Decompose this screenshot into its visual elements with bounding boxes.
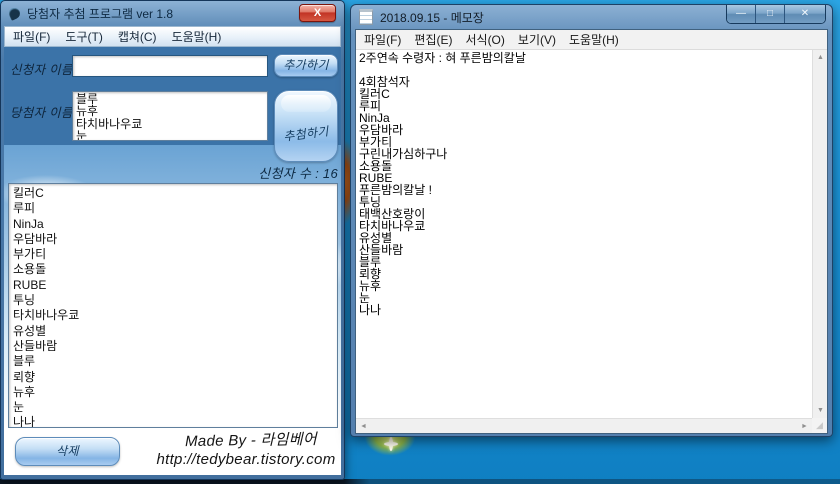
text-line: 눈 bbox=[359, 292, 812, 304]
add-button[interactable]: 추가하기 bbox=[274, 54, 338, 77]
lottery-menubar: 파일(F) 도구(T) 캡쳐(C) 도움말(H) bbox=[4, 26, 341, 47]
notepad-window-title: 2018.09.15 - 메모장 bbox=[380, 9, 484, 26]
applicant-item[interactable]: 눈 bbox=[13, 400, 337, 415]
winner-listbox[interactable]: 블루 뉴후 타치바나우쿄 눈 bbox=[72, 91, 268, 141]
horizontal-scrollbar[interactable]: ◄ ► bbox=[356, 418, 812, 433]
credit-author: Made By - 라임베어 bbox=[160, 427, 341, 451]
text-line: 루피 bbox=[359, 100, 812, 112]
winner-item[interactable]: 블루 bbox=[76, 93, 264, 105]
vertical-scrollbar[interactable]: ▲ ▼ bbox=[812, 50, 827, 418]
maximize-icon[interactable]: □ bbox=[756, 5, 785, 23]
close-icon[interactable]: ✕ bbox=[785, 5, 825, 23]
applicant-item[interactable]: 타치바나우쿄 bbox=[13, 308, 337, 323]
lottery-app-icon bbox=[7, 6, 22, 21]
applicant-item[interactable]: 뉴후 bbox=[13, 385, 337, 400]
menu-file[interactable]: 파일(F) bbox=[364, 31, 401, 48]
draw-button[interactable]: 추첨하기 bbox=[274, 90, 338, 162]
notepad-window: 2018.09.15 - 메모장 — □ ✕ 파일(F) 편집(E) 서식(O)… bbox=[350, 4, 833, 437]
text-line: 유성별 bbox=[359, 232, 812, 244]
menu-help[interactable]: 도움말(H) bbox=[569, 31, 619, 48]
text-line: 나나 bbox=[359, 304, 812, 316]
close-icon[interactable]: X bbox=[299, 4, 336, 22]
menu-capture[interactable]: 캡쳐(C) bbox=[118, 28, 157, 45]
text-line: 뢰향 bbox=[359, 268, 812, 280]
menu-view[interactable]: 보기(V) bbox=[518, 31, 556, 48]
applicant-item[interactable]: 투닝 bbox=[13, 293, 337, 308]
applicant-item[interactable]: RUBE bbox=[13, 278, 337, 293]
text-line: 우담바라 bbox=[359, 124, 812, 136]
text-line: 태백산호랑이 bbox=[359, 208, 812, 220]
applicant-item[interactable]: 산들바람 bbox=[13, 339, 337, 354]
text-line: 산들바람 bbox=[359, 244, 812, 256]
scroll-left-icon[interactable]: ◄ bbox=[356, 419, 371, 434]
lottery-body: 신청자 이름 추가하기 당첨자 이름 블루 뉴후 타치바나우쿄 눈 추첨하기 신… bbox=[4, 47, 341, 475]
menu-file[interactable]: 파일(F) bbox=[13, 28, 50, 45]
text-line: 4회참석자 bbox=[359, 76, 812, 88]
menu-help[interactable]: 도움말(H) bbox=[172, 28, 222, 45]
scroll-right-icon[interactable]: ► bbox=[797, 419, 812, 434]
winner-item[interactable]: 눈 bbox=[76, 130, 264, 141]
winner-item[interactable]: 타치바나우쿄 bbox=[76, 118, 264, 130]
text-line: 블루 bbox=[359, 256, 812, 268]
applicant-name-input[interactable] bbox=[72, 55, 268, 77]
text-line bbox=[359, 64, 812, 76]
scroll-down-icon[interactable]: ▼ bbox=[813, 403, 828, 418]
applicant-item[interactable]: 소용돌 bbox=[13, 262, 337, 277]
applicant-name-label: 신청자 이름 bbox=[10, 59, 73, 78]
lottery-window: 당첨자 추첨 프로그램 ver 1.8 X 파일(F) 도구(T) 캡쳐(C) … bbox=[0, 0, 345, 480]
text-line: 뉴후 bbox=[359, 280, 812, 292]
applicant-listbox[interactable]: 킬러C 루피 NinJa 우담바라 부가티 소용돌 RUBE 투닝 타치바나우쿄… bbox=[8, 183, 338, 428]
text-line: NinJa bbox=[359, 112, 812, 124]
credit-url[interactable]: http://tedybear.tistory.com bbox=[148, 451, 341, 468]
delete-button[interactable]: 삭제 bbox=[15, 437, 120, 466]
applicant-item[interactable]: 블루 bbox=[13, 354, 337, 369]
text-line: 구린내가심하구나 bbox=[359, 148, 812, 160]
lottery-titlebar[interactable]: 당첨자 추첨 프로그램 ver 1.8 X bbox=[4, 1, 341, 26]
menu-format[interactable]: 서식(O) bbox=[465, 31, 504, 48]
winner-item[interactable]: 뉴후 bbox=[76, 105, 264, 117]
lottery-window-title: 당첨자 추첨 프로그램 ver 1.8 bbox=[27, 5, 173, 22]
text-line: 투닝 bbox=[359, 196, 812, 208]
windows-start-icon[interactable] bbox=[384, 437, 398, 451]
applicant-count-label: 신청자 수 : 16 bbox=[258, 163, 338, 182]
applicant-item[interactable]: 루피 bbox=[13, 201, 337, 216]
menu-tools[interactable]: 도구(T) bbox=[65, 28, 102, 45]
text-line: 2주연속 수령자 : 혀 푸른밤의칼날 bbox=[359, 52, 812, 64]
resize-grip[interactable]: ◢ bbox=[812, 418, 827, 433]
draw-button-label: 추첨하기 bbox=[274, 121, 338, 145]
applicant-item[interactable]: NinJa bbox=[13, 217, 337, 232]
notepad-client: 파일(F) 편집(E) 서식(O) 보기(V) 도움말(H) 2주연속 수령자 … bbox=[355, 29, 828, 434]
minimize-icon[interactable]: — bbox=[727, 5, 756, 23]
notepad-icon bbox=[359, 9, 373, 25]
menu-edit[interactable]: 편집(E) bbox=[414, 31, 452, 48]
text-line: 소용돌 bbox=[359, 160, 812, 172]
applicant-item[interactable]: 우담바라 bbox=[13, 232, 337, 247]
caption-buttons: — □ ✕ bbox=[726, 5, 826, 24]
applicant-item[interactable]: 킬러C bbox=[13, 186, 337, 201]
applicant-item[interactable]: 뢰향 bbox=[13, 370, 337, 385]
applicant-item[interactable]: 유성별 bbox=[13, 324, 337, 339]
text-line: 킬러C bbox=[359, 88, 812, 100]
notepad-menubar: 파일(F) 편집(E) 서식(O) 보기(V) 도움말(H) bbox=[356, 30, 827, 50]
notepad-titlebar[interactable]: 2018.09.15 - 메모장 — □ ✕ bbox=[355, 5, 828, 29]
applicant-item[interactable]: 부가티 bbox=[13, 247, 337, 262]
text-line: 타치바나우쿄 bbox=[359, 220, 812, 232]
applicant-item[interactable]: 나나 bbox=[13, 415, 337, 428]
scroll-up-icon[interactable]: ▲ bbox=[813, 50, 828, 65]
winner-name-label: 당첨자 이름 bbox=[10, 102, 73, 121]
text-line: 푸른밤의칼날 ! bbox=[359, 184, 812, 196]
notepad-text-area[interactable]: 2주연속 수령자 : 혀 푸른밤의칼날 4회참석자 킬러C 루피 NinJa 우… bbox=[356, 50, 812, 418]
